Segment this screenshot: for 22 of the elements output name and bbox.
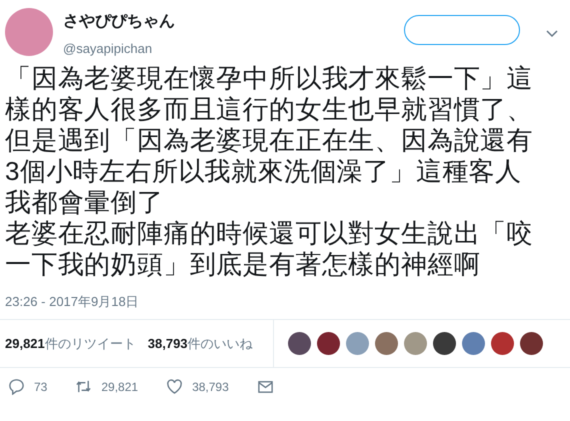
- stat-link[interactable]: 29,821件のリツイート: [5, 334, 136, 352]
- stat-link[interactable]: 38,793件のいいね: [148, 334, 253, 352]
- display-name: さやぴぴちゃん: [63, 12, 175, 32]
- retweet-icon: [75, 378, 92, 395]
- liker-avatar[interactable]: [288, 332, 311, 355]
- reply-icon: [8, 378, 25, 395]
- liker-avatar[interactable]: [491, 332, 514, 355]
- chevron-down-icon[interactable]: [546, 30, 558, 38]
- tweet-text: 「因為老婆現在懷孕中所以我才來鬆一下」這樣的客人很多而且這行的女生也早就習慣了、但是遇到「因為老婆現在正在生、因為說還有3個小時左右所以我就來洗個澡了」這種客人我都會暈倒了: [5, 63, 534, 218]
- timestamp: 23:26 - 2017年9月18日: [4, 293, 140, 311]
- message-button[interactable]: [256, 378, 274, 395]
- user-handle: @sayapipichan: [63, 41, 154, 56]
- tweet-text: 老婆在忍耐陣痛的時候還可以對女生說出「咬一下我的奶頭」到底是有著怎樣的神經啊: [5, 218, 534, 280]
- liker-avatar[interactable]: [317, 332, 340, 355]
- liker-avatar[interactable]: [520, 332, 543, 355]
- retweet-button[interactable]: 29,821: [75, 378, 138, 395]
- avatar: [5, 8, 53, 56]
- liker-avatar[interactable]: [433, 332, 456, 355]
- heart-icon: [166, 378, 184, 395]
- envelope-icon: [256, 378, 274, 395]
- reply-button[interactable]: 73: [8, 378, 48, 395]
- like-button[interactable]: 38,793: [166, 378, 229, 395]
